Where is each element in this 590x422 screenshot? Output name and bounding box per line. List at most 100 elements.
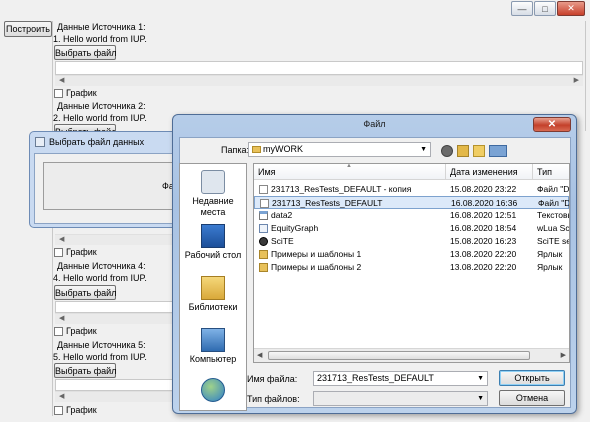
source-3-chart-checkbox[interactable] [54, 248, 63, 257]
file-date: 15.08.2020 16:23 [450, 236, 517, 246]
file-row[interactable]: EquityGraph 16.08.2020 18:54 wLua Scrip [254, 222, 569, 235]
computer-icon [201, 328, 225, 352]
file-list-hscroll-thumb[interactable] [268, 351, 530, 360]
source-3-chart-label: График [66, 247, 97, 257]
source-4-text-area[interactable] [55, 301, 173, 313]
lua-file-icon [259, 224, 268, 233]
scroll-right-icon[interactable]: ▶ [574, 76, 579, 84]
file-row-selected[interactable]: 231713_ResTests_DEFAULT 16.08.2020 16:36… [254, 196, 569, 209]
source-5-text: 5. Hello world from IUP. [53, 352, 147, 362]
choose-data-file-dialog-client: Фа [34, 153, 194, 224]
file-name: data2 [271, 210, 293, 220]
file-row[interactable]: 231713_ResTests_DEFAULT - копия 15.08.20… [254, 183, 569, 196]
back-icon[interactable] [441, 145, 453, 157]
source-4-hscrollbar[interactable]: ◀ [55, 313, 173, 324]
file-type: SciTE sess [537, 236, 569, 246]
filetype-combo[interactable]: ▼ [313, 391, 488, 406]
source-1-hscrollbar[interactable]: ◀ ▶ [55, 75, 583, 86]
place-libraries-label: Библиотеки [188, 302, 238, 312]
file-list-hscrollbar[interactable]: ◀ ▶ [254, 348, 569, 362]
open-button[interactable]: Открыть [499, 370, 565, 386]
file-date: 13.08.2020 22:20 [450, 262, 517, 272]
maximize-button[interactable]: □ [534, 1, 556, 16]
file-type: Ярлык [537, 262, 563, 272]
source-5-chart-checkbox[interactable] [54, 406, 63, 415]
file-icon [259, 185, 268, 194]
folder-combo-value: myWORK [263, 144, 303, 154]
file-open-dialog: Файл ✕ Папка: myWORK ▼ Недавние места Ра… [172, 114, 577, 414]
folder-icon [252, 146, 261, 153]
shortcut-icon [259, 263, 268, 272]
column-header-date[interactable]: Дата изменения [446, 164, 533, 180]
file-row[interactable]: data2 16.08.2020 12:51 Текстовы [254, 209, 569, 222]
filename-label: Имя файла: [247, 374, 298, 384]
file-date: 15.08.2020 23:22 [450, 184, 517, 194]
file-row[interactable]: Примеры и шаблоны 1 13.08.2020 22:20 Ярл… [254, 248, 569, 261]
place-network[interactable] [180, 378, 246, 404]
desktop-icon [201, 224, 225, 248]
source-5-choose-file-button[interactable]: Выбрать файл [54, 363, 116, 378]
libraries-icon [201, 276, 225, 300]
scroll-left-icon[interactable]: ◀ [59, 235, 64, 243]
file-dialog-close-button[interactable]: ✕ [533, 117, 571, 132]
cancel-button[interactable]: Отмена [499, 390, 565, 406]
source-1-chart-checkbox[interactable] [54, 89, 63, 98]
chevron-down-icon[interactable]: ▼ [477, 392, 484, 405]
file-list[interactable]: Имя Дата изменения Тип ▲ 231713_ResTests… [253, 163, 570, 363]
places-bar: Недавние места Рабочий стол Библиотеки К… [179, 163, 247, 411]
network-icon [201, 378, 225, 402]
scroll-left-icon[interactable]: ◀ [59, 314, 64, 322]
close-button[interactable]: ✕ [557, 1, 585, 16]
new-folder-icon[interactable] [473, 145, 485, 157]
source-2-text: 2. Hello world from IUP. [53, 113, 147, 123]
content-frame-right [585, 21, 586, 131]
column-header-type[interactable]: Тип [533, 164, 569, 180]
file-row[interactable]: SciTE 15.08.2020 16:23 SciTE sess [254, 235, 569, 248]
file-row[interactable]: Примеры и шаблоны 2 13.08.2020 22:20 Ярл… [254, 261, 569, 274]
place-libraries[interactable]: Библиотеки [180, 276, 246, 313]
place-computer-label: Компьютер [189, 354, 237, 364]
source-5-heading: Данные Источника 5: [57, 340, 146, 350]
scroll-left-icon[interactable]: ◀ [59, 392, 64, 400]
scroll-right-icon[interactable]: ▶ [561, 351, 566, 359]
file-name: 231713_ResTests_DEFAULT - копия [271, 184, 412, 194]
filename-combo-value: 231713_ResTests_DEFAULT [317, 373, 434, 383]
source-1-heading: Данные Источника 1: [57, 22, 146, 32]
view-menu-icon[interactable] [489, 145, 507, 157]
source-1-choose-file-button[interactable]: Выбрать файл [54, 45, 116, 60]
minimize-button[interactable]: — [511, 1, 533, 16]
shortcut-icon [259, 250, 268, 259]
folder-label: Папка: [221, 145, 249, 155]
source-1-chart-label: График [66, 88, 97, 98]
up-folder-icon[interactable] [457, 145, 469, 157]
place-desktop[interactable]: Рабочий стол [180, 224, 246, 261]
file-type: Текстовы [537, 210, 569, 220]
file-date: 16.08.2020 12:51 [450, 210, 517, 220]
scroll-left-icon[interactable]: ◀ [59, 76, 64, 84]
text-file-icon [259, 211, 268, 220]
source-4-chart-checkbox[interactable] [54, 327, 63, 336]
file-type: wLua Scrip [537, 223, 569, 233]
source-1-text-area[interactable] [55, 61, 583, 75]
chevron-down-icon[interactable]: ▼ [420, 143, 427, 156]
source-4-choose-file-button[interactable]: Выбрать файл [54, 285, 116, 300]
chevron-down-icon[interactable]: ▼ [477, 372, 484, 385]
source-2-heading: Данные Источника 2: [57, 101, 146, 111]
folder-combo[interactable]: myWORK ▼ [248, 142, 431, 157]
choose-data-file-button[interactable]: Фа [43, 162, 193, 210]
build-button[interactable]: Построить [4, 21, 52, 37]
filename-combo[interactable]: 231713_ResTests_DEFAULT ▼ [313, 371, 488, 386]
source-3-hscrollbar[interactable]: ◀ [55, 234, 173, 245]
choose-data-file-dialog-title: Выбрать файл данных [49, 137, 145, 147]
filetype-label: Тип файлов: [247, 394, 300, 404]
place-recent[interactable]: Недавние места [180, 170, 246, 218]
scite-icon [259, 237, 268, 246]
file-type: Ярлык [537, 249, 563, 259]
place-computer[interactable]: Компьютер [180, 328, 246, 365]
source-5-text-area[interactable] [55, 379, 173, 391]
source-5-hscrollbar[interactable]: ◀ [55, 391, 173, 402]
scroll-left-icon[interactable]: ◀ [257, 351, 262, 359]
recent-places-icon [201, 170, 225, 194]
file-dialog-title: Файл [363, 119, 386, 129]
file-name: Примеры и шаблоны 1 [271, 249, 362, 259]
